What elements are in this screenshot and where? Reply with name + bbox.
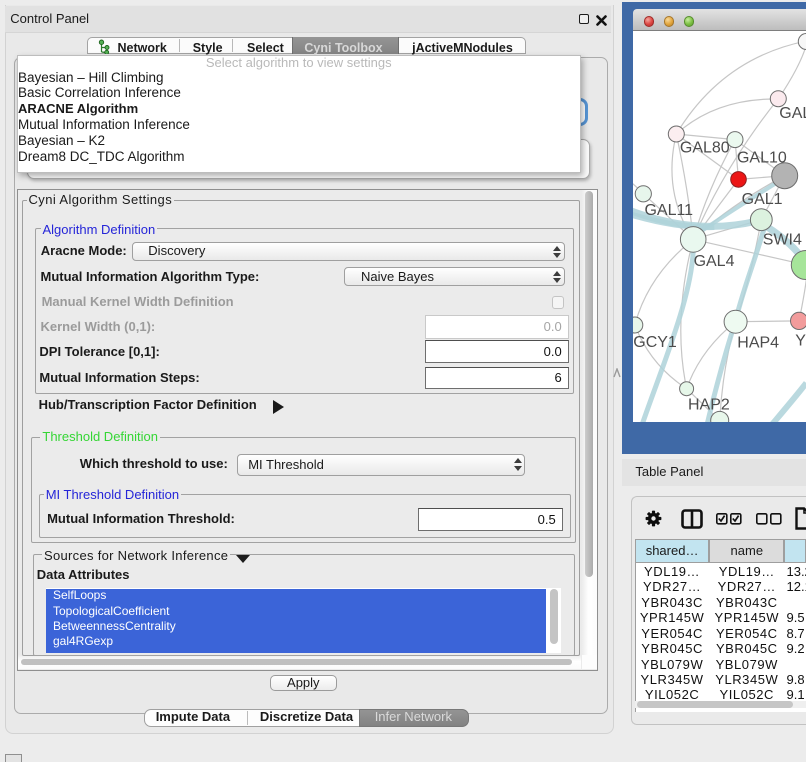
svg-text:GCY1: GCY1 [633,334,677,351]
svg-text:HAP4: HAP4 [737,334,779,351]
svg-text:GAL11: GAL11 [644,202,693,219]
svg-text:GAL80: GAL80 [680,140,730,157]
svg-text:YHR: YHR [795,332,806,349]
svg-text:GAL4: GAL4 [693,253,734,270]
svg-text:SWI4: SWI4 [762,231,801,248]
svg-text:GAL1: GAL1 [741,191,782,208]
svg-text:HAP2: HAP2 [688,396,730,413]
svg-text:GAL2: GAL2 [779,105,806,122]
svg-text:GAL10: GAL10 [737,150,787,167]
